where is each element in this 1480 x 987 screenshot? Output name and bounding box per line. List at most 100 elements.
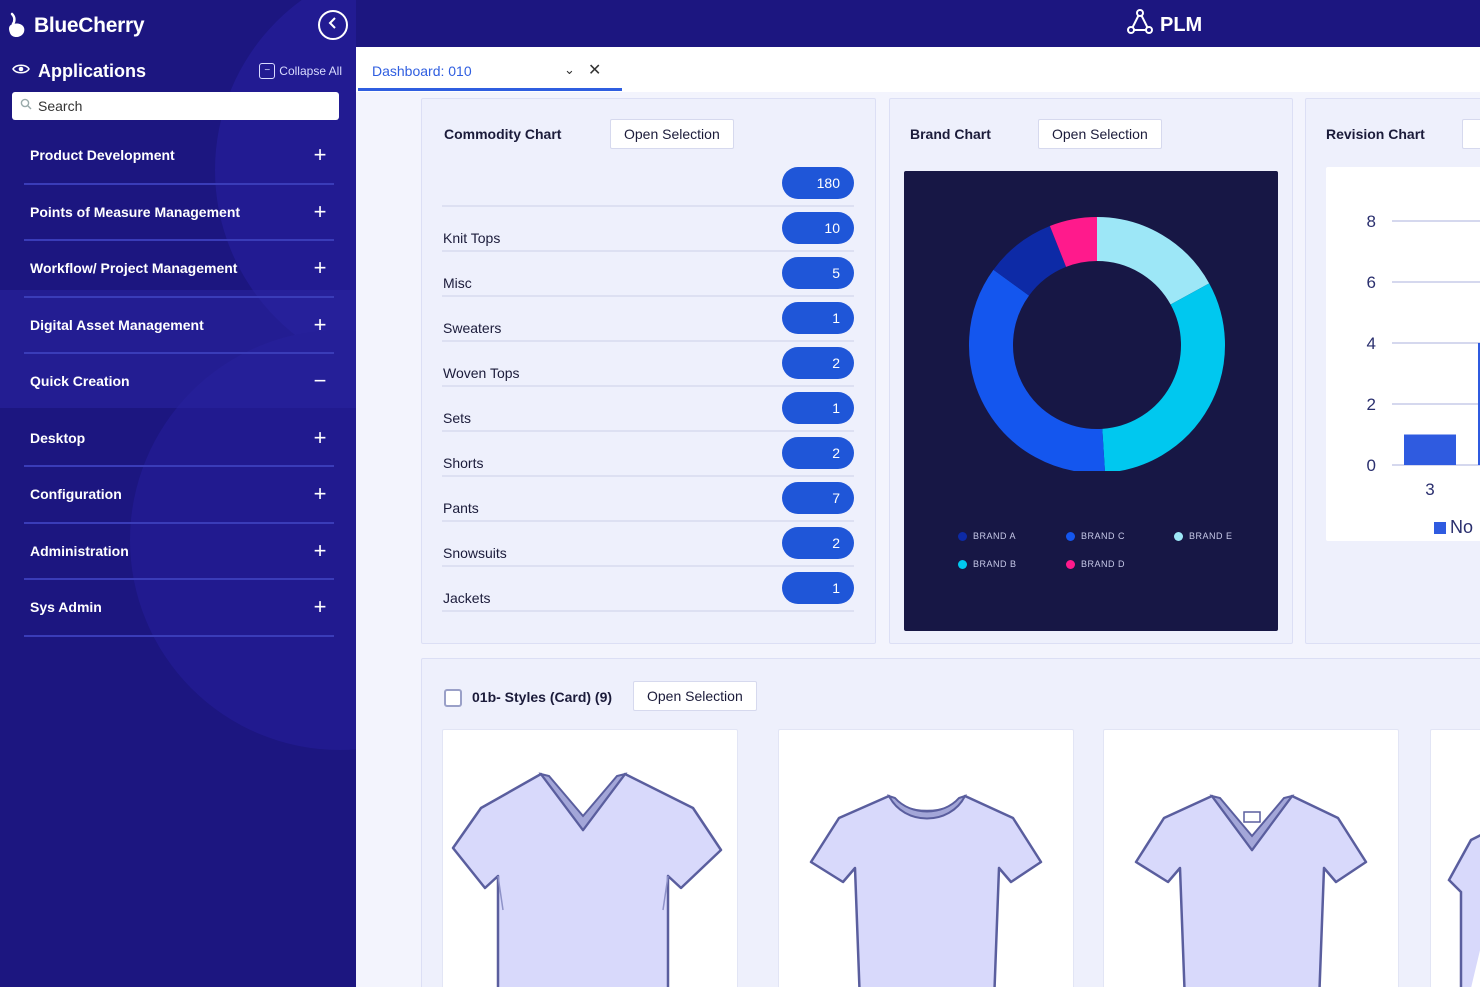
nav-item-label: Workflow/ Project Management (30, 260, 238, 277)
collapse-sidebar-button[interactable] (318, 10, 348, 40)
y-tick-label: 0 (1367, 456, 1376, 475)
style-card[interactable] (1103, 729, 1399, 987)
plus-icon[interactable]: + (312, 312, 328, 338)
legend-item[interactable]: BRAND D (1066, 559, 1125, 569)
commodity-row[interactable]: Pants 7 (442, 478, 854, 522)
legend-label: BRAND A (973, 531, 1017, 541)
commodity-row[interactable]: Sweaters 1 (442, 298, 854, 342)
tshirt-vneck-icon (451, 772, 723, 987)
nav-item-sys-admin[interactable]: Sys Admin + (24, 580, 334, 637)
open-selection-button[interactable]: Open Selection (610, 119, 734, 149)
plus-icon[interactable]: + (312, 142, 328, 168)
nav-item-label: Quick Creation (30, 373, 130, 390)
style-card[interactable] (442, 729, 738, 987)
legend-item[interactable]: BRAND A (958, 531, 1016, 541)
plus-icon[interactable]: + (312, 594, 328, 620)
plus-icon[interactable]: + (312, 199, 328, 225)
donut-slice-brand-e[interactable] (1096, 217, 1210, 306)
donut-slice-brand-a[interactable] (993, 225, 1067, 297)
dashboard-main: Commodity Chart Open Selection 180 Knit T… (356, 92, 1480, 987)
nav-item-workflow[interactable]: Workflow/ Project Management + (24, 241, 334, 298)
y-tick-label: 2 (1367, 395, 1376, 414)
chevron-down-icon[interactable]: ⌄ (564, 62, 575, 78)
plus-icon[interactable]: + (312, 481, 328, 507)
revision-bar[interactable] (1404, 434, 1456, 466)
nav-item-label: Digital Asset Management (30, 316, 204, 333)
open-selection-button[interactable]: Open Selection (633, 681, 757, 711)
commodity-label: Sets (443, 410, 472, 426)
commodity-count-pill[interactable]: 10 (782, 212, 854, 244)
collapse-all-button[interactable]: − Collapse All (259, 63, 342, 79)
select-all-checkbox[interactable] (444, 689, 462, 707)
nav-item-digital-asset[interactable]: Digital Asset Management + (24, 298, 334, 354)
panel-title: Commodity Chart (444, 126, 562, 142)
commodity-row[interactable]: 180 (442, 163, 854, 207)
applications-header: Applications − Collapse All (12, 58, 342, 84)
open-selection-button[interactable] (1462, 119, 1480, 149)
commodity-count-pill[interactable]: 1 (782, 302, 854, 334)
nav-item-administration[interactable]: Administration + (24, 524, 334, 580)
plus-icon[interactable]: + (312, 538, 328, 564)
commodity-count-pill[interactable]: 1 (782, 572, 854, 604)
commodity-label: Pants (443, 500, 479, 516)
legend-label: BRAND B (973, 559, 1017, 569)
commodity-label: Misc (443, 275, 472, 291)
close-icon[interactable]: ✕ (588, 60, 601, 80)
search-box[interactable] (12, 92, 339, 120)
applications-title: Applications (38, 60, 147, 81)
nav-item-product-development[interactable]: Product Development + (24, 128, 334, 185)
eye-icon (12, 62, 30, 81)
open-selection-button[interactable]: Open Selection (1038, 119, 1162, 149)
commodity-count-pill[interactable]: 2 (782, 347, 854, 379)
legend-item[interactable]: BRAND E (1174, 531, 1233, 541)
commodity-row[interactable]: Sets 1 (442, 388, 854, 432)
legend-dot (1174, 531, 1183, 541)
top-bar: PLM (356, 0, 1480, 47)
legend-dot (1066, 559, 1075, 569)
x-tick-label: 3 (1425, 480, 1434, 499)
commodity-count-pill[interactable]: 5 (782, 257, 854, 289)
donut-slice-brand-c[interactable] (969, 269, 1105, 471)
commodity-label: Sweaters (443, 320, 502, 336)
tshirt-vneck-fitted-icon (1134, 794, 1368, 987)
legend-item[interactable]: BRAND C (1066, 531, 1125, 541)
commodity-row[interactable]: Snowsuits 2 (442, 523, 854, 567)
plus-icon[interactable]: + (312, 255, 328, 281)
commodity-count-pill[interactable]: 2 (782, 437, 854, 469)
nav-item-points-of-measure[interactable]: Points of Measure Management + (24, 185, 334, 241)
panel-title: 01b- Styles (Card) (9) (472, 689, 613, 705)
legend-dot (1066, 531, 1075, 541)
commodity-count-pill[interactable]: 2 (782, 527, 854, 559)
app-switcher[interactable]: PLM (1126, 8, 1202, 42)
donut-slice-brand-d[interactable] (1049, 217, 1098, 268)
legend-item[interactable]: BRAND B (958, 559, 1017, 569)
sidebar: BlueCherry Applications − Collapse All S… (0, 0, 356, 987)
plm-network-icon (1126, 8, 1154, 42)
donut-slice-brand-b[interactable] (1101, 283, 1225, 471)
search-input[interactable] (38, 98, 318, 114)
tshirt-partial-icon (1447, 834, 1480, 987)
commodity-count-pill[interactable]: 180 (782, 167, 854, 199)
nav-item-label: Product Development (30, 147, 175, 164)
legend-label: No (1450, 517, 1474, 537)
tab-dashboard[interactable]: Dashboard: 010 ⌄ ✕ (358, 53, 622, 91)
commodity-row[interactable]: Jackets 1 (442, 568, 854, 612)
style-card[interactable] (1430, 729, 1480, 987)
minus-icon[interactable]: − (312, 368, 328, 394)
brand-donut (969, 217, 1225, 471)
legend-dot (958, 559, 967, 569)
commodity-row[interactable]: Shorts 2 (442, 433, 854, 477)
commodity-label: Snowsuits (443, 545, 507, 561)
commodity-label: Shorts (443, 455, 484, 471)
commodity-row[interactable]: Woven Tops 2 (442, 343, 854, 387)
plus-icon[interactable]: + (312, 425, 328, 451)
nav-item-quick-creation[interactable]: Quick Creation − (24, 354, 334, 411)
commodity-row[interactable]: Knit Tops 10 (442, 208, 854, 252)
commodity-row[interactable]: Misc 5 (442, 253, 854, 297)
nav-item-desktop[interactable]: Desktop + (24, 411, 334, 467)
commodity-count-pill[interactable]: 1 (782, 392, 854, 424)
nav-item-configuration[interactable]: Configuration + (24, 467, 334, 524)
brand[interactable]: BlueCherry (6, 12, 145, 40)
commodity-count-pill[interactable]: 7 (782, 482, 854, 514)
style-card[interactable] (778, 729, 1074, 987)
